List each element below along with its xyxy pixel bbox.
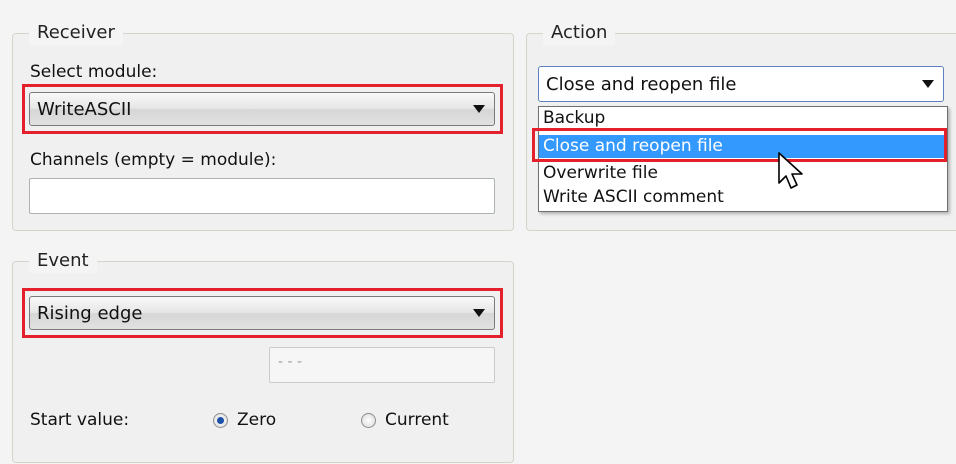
event-select[interactable]: Rising edge xyxy=(29,296,495,330)
action-option-overwrite[interactable]: Overwrite file xyxy=(543,162,658,185)
radio-zero[interactable] xyxy=(213,413,228,428)
channels-label: Channels (empty = module): xyxy=(30,150,277,170)
receiver-legend: Receiver xyxy=(29,21,123,45)
mouse-pointer-icon xyxy=(778,152,803,189)
chevron-down-icon xyxy=(922,80,934,88)
start-value-label: Start value: xyxy=(30,410,130,430)
chevron-down-icon xyxy=(473,105,485,113)
action-option-backup[interactable]: Backup xyxy=(543,107,605,130)
action-option-highlight xyxy=(532,128,947,162)
module-select-value: WriteASCII xyxy=(37,98,132,120)
event-param-input: - - - xyxy=(269,347,495,383)
event-select-value: Rising edge xyxy=(37,302,143,324)
action-select[interactable]: Close and reopen file xyxy=(538,66,944,102)
radio-current-label[interactable]: Current xyxy=(385,410,449,430)
radio-current[interactable] xyxy=(361,413,376,428)
event-legend: Event xyxy=(29,249,97,273)
module-select[interactable]: WriteASCII xyxy=(29,92,495,126)
action-legend: Action xyxy=(543,21,616,45)
channels-input[interactable] xyxy=(29,178,495,214)
action-option-write-comment[interactable]: Write ASCII comment xyxy=(543,186,724,209)
chevron-down-icon xyxy=(473,309,485,317)
select-module-label: Select module: xyxy=(30,62,158,82)
action-select-value: Close and reopen file xyxy=(546,73,737,95)
radio-zero-label[interactable]: Zero xyxy=(237,410,276,430)
